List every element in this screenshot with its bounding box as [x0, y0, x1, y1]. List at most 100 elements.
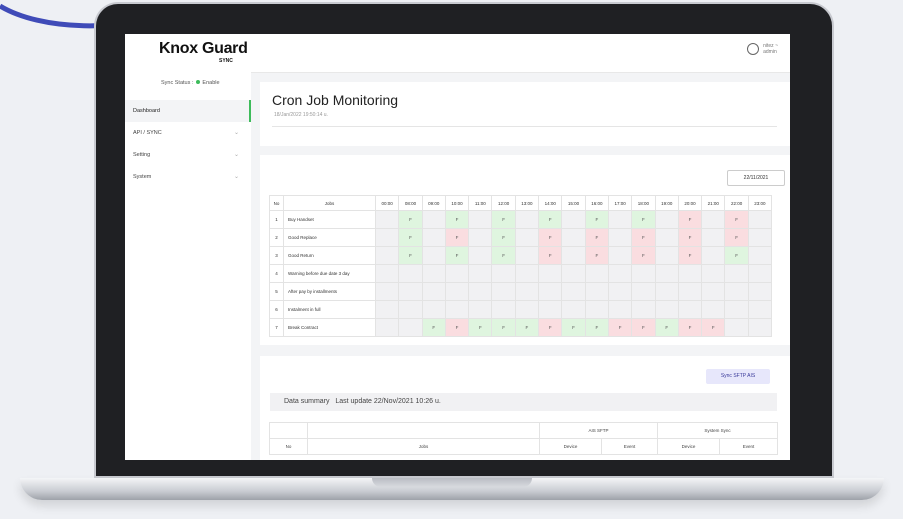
schedule-cell [538, 300, 563, 319]
schedule-cell [607, 246, 633, 265]
schedule-cell [514, 228, 540, 247]
sidebar-item-label: Setting [133, 152, 151, 158]
schedule-cell [421, 264, 446, 283]
table-row: 7 Break Contract F F F F F F F F F F F F F [269, 318, 773, 337]
sync-status-value: Enable [202, 80, 220, 86]
sync-sftp-button[interactable]: Sync SFTP AIS [706, 369, 770, 384]
summary-last-update: Last update 22/Nov/2021 10:26 u. [335, 398, 441, 405]
chevron-down-icon: ⌄ [233, 174, 239, 180]
schedule-cell: F [677, 228, 703, 247]
table-row: 2 Good Replace F F F F F F F F [269, 228, 773, 247]
schedule-cell [444, 282, 470, 301]
schedule-cell [584, 282, 609, 301]
schedule-cell [398, 318, 423, 337]
hour-header: 23:00 [747, 195, 773, 211]
page-timestamp: 18/Jan/2022 19:50:14 u. [274, 112, 328, 118]
schedule-cell [747, 246, 773, 265]
job-name: Instalment in full [283, 300, 376, 319]
schedule-cell [561, 246, 586, 265]
schedule-cell [468, 300, 493, 319]
schedule-cell: F [607, 318, 633, 337]
schedule-cell [677, 300, 703, 319]
hour-header: 22:00 [724, 195, 749, 211]
schedule-cell [561, 282, 586, 301]
schedule-cell [677, 264, 703, 283]
job-name: Break Contract [283, 318, 376, 337]
hour-header: 18:00 [631, 195, 656, 211]
schedule-cell [607, 282, 633, 301]
job-name: Buy Handset [283, 210, 376, 229]
monitor-header-card: Cron Job Monitoring 18/Jan/2022 19:50:14… [260, 82, 790, 146]
schedule-cell [677, 282, 703, 301]
schedule-cell [701, 264, 726, 283]
schedule-cell [561, 300, 586, 319]
schedule-cell: F [631, 318, 656, 337]
app-logo-sub: SYNC [219, 58, 233, 64]
schedule-cell [584, 264, 609, 283]
schedule-cell: F [724, 210, 749, 229]
row-number: 2 [269, 228, 284, 247]
hour-header: 16:00 [584, 195, 609, 211]
user-menu[interactable]: nitez ~ admin [747, 43, 778, 55]
schedule-cell: F [491, 246, 516, 265]
job-name: Good Replace [283, 228, 376, 247]
schedule-cell [584, 300, 609, 319]
schedule-cell: F [444, 210, 470, 229]
schedule-cell [374, 318, 400, 337]
schedule-cell: F [398, 210, 423, 229]
hour-header: 11:00 [468, 195, 493, 211]
schedule-cell [607, 300, 633, 319]
hour-header: 19:00 [654, 195, 679, 211]
hour-header: 12:00 [491, 195, 516, 211]
schedule-cell [561, 210, 586, 229]
page-title: Cron Job Monitoring [272, 92, 399, 108]
row-number: 3 [269, 246, 284, 265]
chevron-down-icon: ⌄ [233, 152, 239, 158]
schedule-cell [514, 282, 540, 301]
divider [272, 126, 777, 127]
table-row: 6 Instalment in full [269, 300, 773, 319]
schedule-cell [398, 300, 423, 319]
schedule-cell [398, 264, 423, 283]
summary-title: Data summary [284, 398, 330, 405]
schedule-cell: F [468, 318, 493, 337]
schedule-cell [654, 282, 679, 301]
schedule-cell [514, 246, 540, 265]
schedule-cell: F [677, 318, 703, 337]
schedule-cell: F [584, 246, 609, 265]
hour-header: 09:00 [421, 195, 446, 211]
schedule-cell [514, 264, 540, 283]
schedule-cell [747, 300, 773, 319]
schedule-cell: F [724, 246, 749, 265]
schedule-cell: F [584, 210, 609, 229]
app-header: Knox Guard SYNC nitez ~ admin [125, 34, 790, 73]
schedule-cell [421, 282, 446, 301]
sidebar-item-api-sync[interactable]: API / SYNC ⌄ [125, 122, 251, 144]
sidebar-item-system[interactable]: System ⌄ [125, 166, 251, 188]
schedule-cell [374, 300, 400, 319]
schedule-cell [491, 282, 516, 301]
summary-col-no: No [269, 438, 308, 455]
schedule-cell [514, 210, 540, 229]
schedule-cell [654, 300, 679, 319]
sidebar-nav: Dashboard API / SYNC ⌄ Setting ⌄ System ⌄ [125, 100, 251, 188]
data-summary-bar: Data summary Last update 22/Nov/2021 10:… [270, 393, 777, 411]
app-logo[interactable]: Knox Guard [159, 40, 248, 58]
schedule-cell [561, 228, 586, 247]
schedule-cell: F [491, 210, 516, 229]
sidebar-item-setting[interactable]: Setting ⌄ [125, 144, 251, 166]
hour-header: 10:00 [444, 195, 470, 211]
schedule-cell [701, 210, 726, 229]
schedule-cell [607, 228, 633, 247]
schedule-cell: F [701, 318, 726, 337]
schedule-cell [468, 246, 493, 265]
summary-col-ais-event: Event [600, 438, 659, 455]
sidebar-item-dashboard[interactable]: Dashboard [125, 100, 251, 122]
summary-group-system: System Sync [657, 422, 779, 439]
schedule-cell [747, 228, 773, 247]
schedule-table: No Jobs 00:00 08:00 09:00 10:00 11:00 12:00 13:0… [269, 195, 773, 337]
date-picker[interactable]: 22/11/2021 [727, 170, 785, 186]
laptop-notch [372, 478, 532, 487]
hour-header: 21:00 [701, 195, 726, 211]
status-dot-icon [196, 80, 201, 84]
